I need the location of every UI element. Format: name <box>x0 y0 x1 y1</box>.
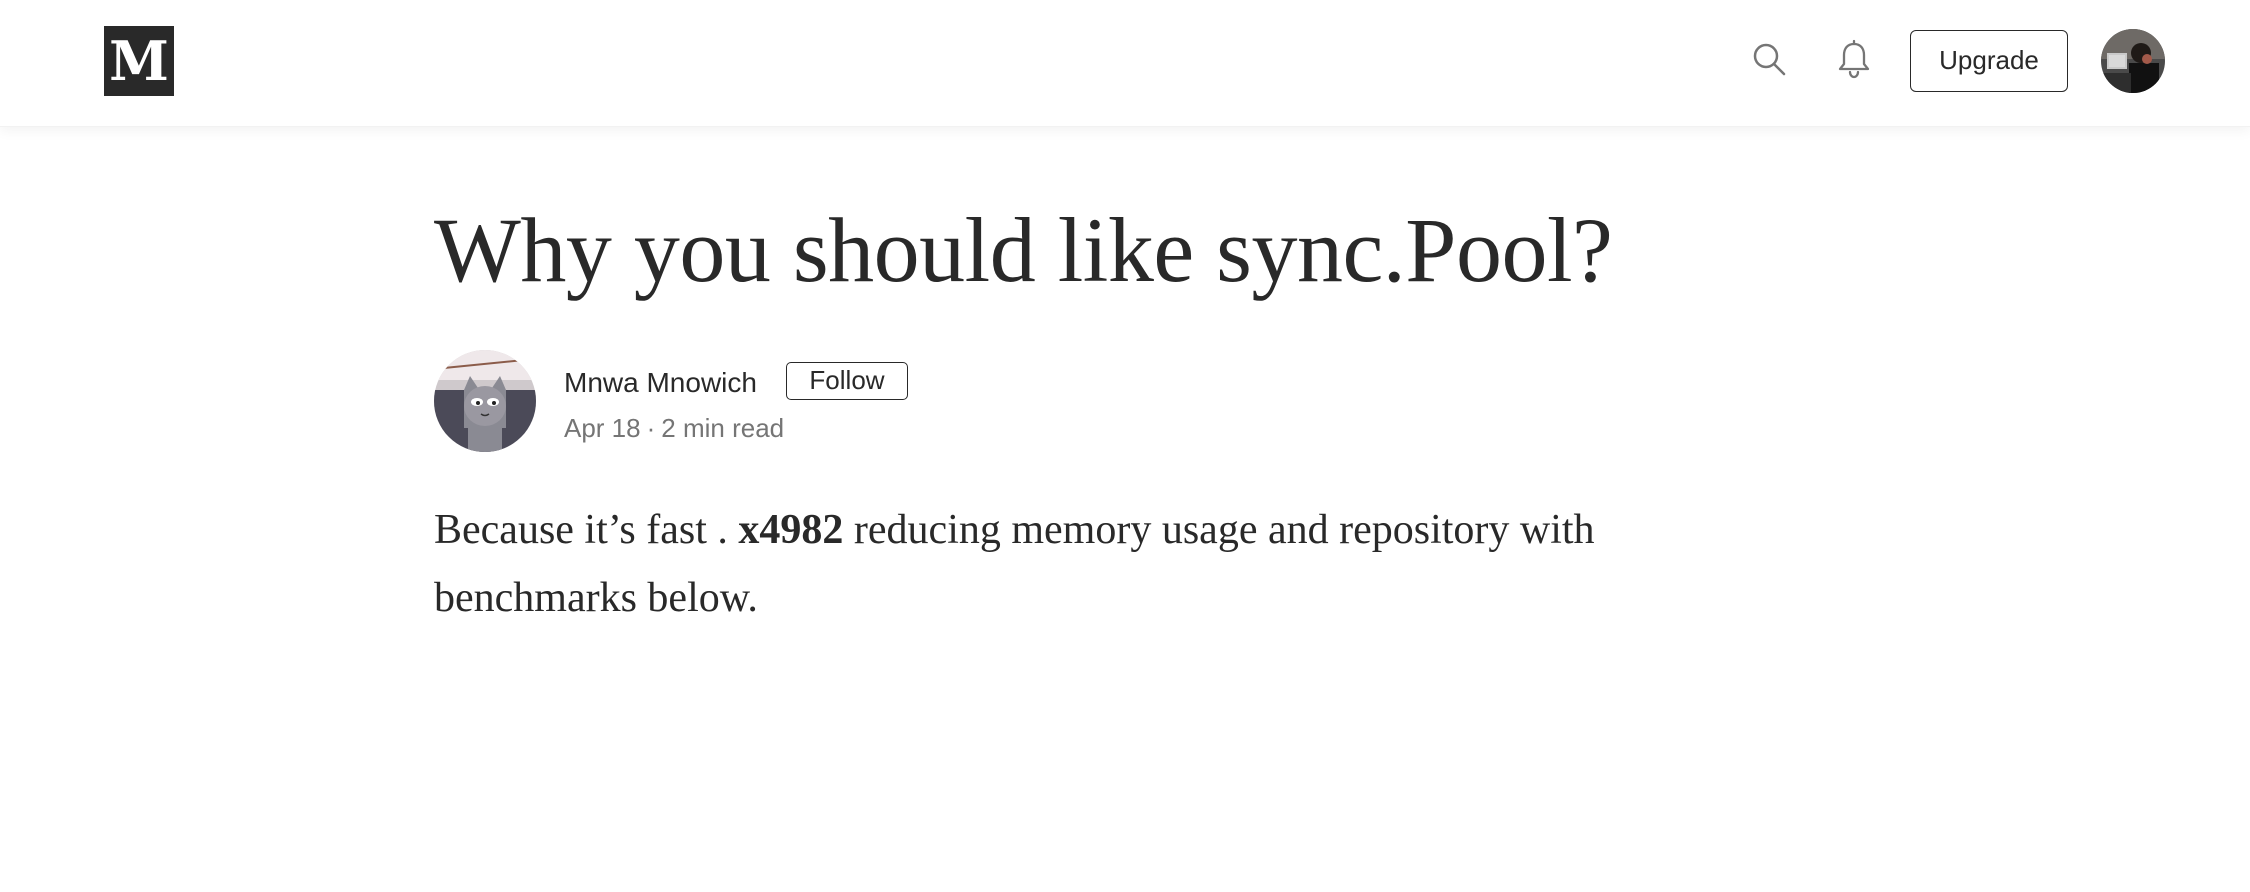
author-byline: Mnwa Mnowich Follow Apr 18 · 2 min read <box>434 350 1234 454</box>
user-avatar[interactable] <box>2101 29 2165 93</box>
author-avatar[interactable] <box>434 350 536 452</box>
body-intro: Because it’s fast . <box>434 507 739 553</box>
author-name[interactable]: Mnwa Mnowich <box>564 366 757 400</box>
article-meta: Apr 18 · 2 min read <box>564 412 784 444</box>
article: Why you should like sync.Pool? Mnwa Mnow… <box>434 190 1734 621</box>
search-button[interactable] <box>1746 36 1794 84</box>
body-highlight: x4982 <box>738 507 844 553</box>
cat-avatar-image <box>434 350 536 452</box>
article-body-paragraph: Because it’s fast . x4982 reducing memor… <box>434 496 1734 632</box>
article-title: Why you should like sync.Pool? <box>434 199 1613 301</box>
read-time: 2 min read <box>661 413 785 443</box>
body-rest-line2: benchmarks below. <box>434 575 758 621</box>
medium-logo[interactable]: M <box>104 26 174 96</box>
user-avatar-image <box>2101 29 2165 93</box>
search-icon <box>1753 43 1786 76</box>
top-navigation-bar: M Upgrade <box>0 0 2250 127</box>
body-rest-line1: reducing memory usage and repository wit… <box>843 507 1595 553</box>
notifications-button[interactable] <box>1830 36 1878 84</box>
meta-separator: · <box>646 413 656 443</box>
upgrade-button[interactable]: Upgrade <box>1910 30 2068 92</box>
bell-icon <box>1838 39 1870 79</box>
publish-date[interactable]: Apr 18 <box>564 413 641 443</box>
follow-button[interactable]: Follow <box>786 362 908 400</box>
